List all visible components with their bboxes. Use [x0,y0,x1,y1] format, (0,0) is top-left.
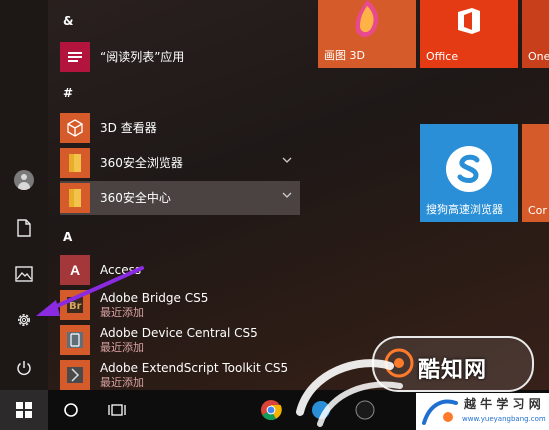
tile-paint3d[interactable]: 画图 3D [318,0,416,68]
search-button[interactable] [50,390,92,430]
section-header-a[interactable]: A [63,230,72,244]
chevron-down-icon[interactable] [282,191,292,199]
document-icon [17,219,31,237]
watermark-bar-text: 越 牛 学 习 网 [464,397,541,411]
section-header-hash[interactable]: # [63,86,73,100]
tile-label: 搜狗高速浏览器 [426,203,503,216]
chrome-taskbar-button[interactable] [250,390,292,430]
app-name: “阅读列表”应用 [100,49,185,64]
app-name: 3D 查看器 [100,120,157,135]
tile-label: Office [426,50,459,63]
task-view-button[interactable] [96,390,138,430]
tile-sogou-browser[interactable]: 搜狗高速浏览器 [420,124,518,222]
folder-icon [60,148,90,178]
app-360-security[interactable]: 360安全中心 [60,181,300,215]
app-name: 360安全中心 [100,190,171,205]
tile-label: 画图 3D [324,49,365,62]
windows-logo-icon [16,402,32,418]
watermark-bar-url: www.yueyangbang.com [462,415,546,423]
power-button[interactable] [0,346,48,390]
recently-added-label: 最近添加 [100,340,144,354]
sogou-browser-icon [446,146,492,192]
app-3d-viewer[interactable]: 3D 查看器 [60,111,300,145]
user-avatar-icon [14,170,34,190]
chevron-down-icon[interactable] [282,156,292,164]
extendscript-icon [60,360,90,390]
app-adobe-extendscript[interactable]: Adobe ExtendScript Toolkit CS5 最近添加 [60,358,300,392]
chrome-icon [261,400,282,421]
tile-office[interactable]: Office [420,0,518,68]
start-left-rail [0,0,48,390]
account-button[interactable] [0,158,48,202]
app-adobe-device-central[interactable]: Adobe Device Central CS5 最近添加 [60,323,300,357]
app-list: & “阅读列表”应用 # 3D 查看器 360安全浏览器 360安全中心 A A… [48,0,310,390]
tile-label: Cor [528,204,547,217]
app-name: 360安全浏览器 [100,155,183,170]
annotation-arrow-icon [36,266,144,316]
app-name: Adobe Device Central CS5 [100,325,258,340]
section-header-ampersand[interactable]: & [63,14,73,28]
start-button[interactable] [0,390,48,430]
cube-icon [60,113,90,143]
paint3d-icon [355,0,379,38]
folder-icon [60,183,90,213]
watermark-bar-logo-icon [422,399,458,425]
cortana-circle-icon [64,403,78,417]
app-reading-list[interactable]: “阅读列表”应用 [60,40,300,74]
power-icon [17,361,31,376]
app-name: Adobe ExtendScript Toolkit CS5 [100,360,289,375]
office-icon [458,8,480,34]
recently-added-label: 最近添加 [100,375,144,389]
tile-label: One [528,50,549,63]
tile-cor[interactable]: Cor [522,124,549,222]
task-view-icon [108,404,126,416]
reading-list-icon [60,42,90,72]
app-360-browser[interactable]: 360安全浏览器 [60,146,300,180]
start-menu-screen: & “阅读列表”应用 # 3D 查看器 360安全浏览器 360安全中心 A A… [0,0,549,430]
device-central-icon [60,325,90,355]
watermark-bar: 越 牛 学 习 网 www.yueyangbang.com [416,393,549,430]
watermark-text: 酷知网 [418,358,488,383]
tile-onenote[interactable]: One [522,0,549,68]
documents-button[interactable] [0,206,48,250]
watermark-swoosh-icon [296,359,403,427]
